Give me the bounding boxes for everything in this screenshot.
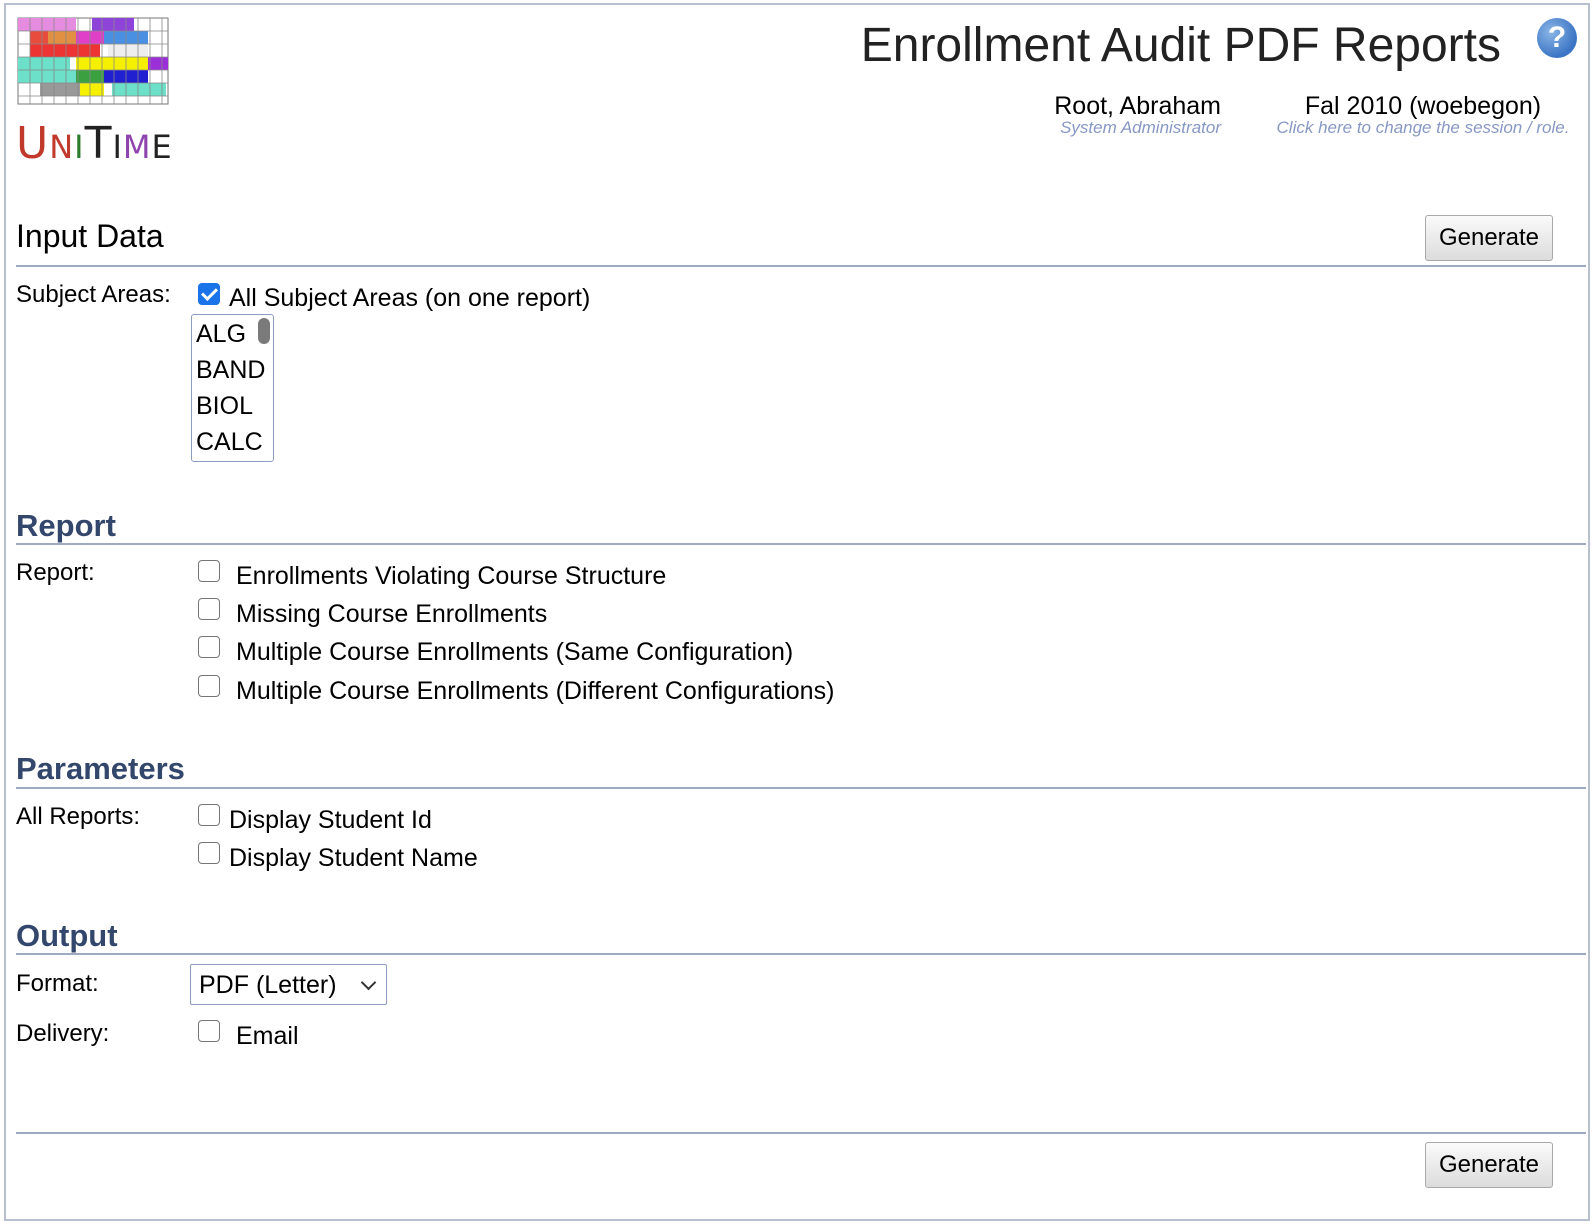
section-divider — [16, 787, 1586, 789]
logo-letter: I — [112, 128, 123, 166]
all-reports-label: All Reports: — [16, 803, 141, 830]
subject-area-option[interactable]: CALC — [196, 428, 263, 457]
section-divider — [16, 265, 1586, 267]
generate-button-top[interactable]: Generate — [1425, 215, 1553, 261]
session-change-hint[interactable]: Click here to change the session / role. — [1258, 118, 1588, 138]
email-label: Email — [236, 1022, 299, 1050]
subject-areas-listbox[interactable]: ALG BAND BIOL CALC — [191, 314, 274, 462]
page-title: Enrollment Audit PDF Reports — [860, 19, 1501, 72]
footer-divider — [16, 1132, 1586, 1134]
display-student-id-checkbox[interactable] — [198, 804, 220, 826]
section-divider — [16, 543, 1586, 545]
all-subject-areas-checkbox[interactable] — [198, 283, 220, 305]
logo-letter: U — [16, 118, 50, 169]
user-name[interactable]: Root, Abraham — [1054, 92, 1221, 121]
generate-button-bottom[interactable]: Generate — [1425, 1142, 1553, 1188]
user-role[interactable]: System Administrator — [1060, 118, 1221, 138]
help-icon[interactable]: ? — [1537, 18, 1577, 58]
session-name[interactable]: Fal 2010 (woebegon) — [1258, 92, 1588, 121]
display-student-name-label: Display Student Name — [229, 844, 478, 872]
all-subject-areas-label: All Subject Areas (on one report) — [229, 284, 591, 312]
subject-areas-label: Subject Areas: — [16, 281, 171, 308]
display-student-name-checkbox[interactable] — [198, 842, 220, 864]
report-label: Report: — [16, 559, 95, 586]
report-option-label: Multiple Course Enrollments (Same Config… — [236, 638, 794, 666]
subject-area-option[interactable]: ALG — [196, 320, 246, 349]
delivery-label: Delivery: — [16, 1020, 110, 1047]
logo-letter: N — [49, 128, 75, 166]
email-checkbox[interactable] — [198, 1020, 220, 1042]
logo-letter: T — [84, 118, 113, 169]
report-option-label: Missing Course Enrollments — [236, 600, 548, 628]
format-select[interactable]: PDF (Letter) — [190, 964, 387, 1005]
report-option-checkbox[interactable] — [198, 675, 220, 697]
subject-area-option[interactable]: BAND — [196, 356, 265, 385]
format-label: Format: — [16, 970, 99, 997]
subject-area-option[interactable]: BIOL — [196, 392, 253, 421]
display-student-id-label: Display Student Id — [229, 806, 432, 834]
report-option-checkbox[interactable] — [198, 598, 220, 620]
chevron-down-icon — [360, 974, 377, 991]
report-option-checkbox[interactable] — [198, 560, 220, 582]
logo-letter: E — [151, 128, 173, 166]
report-option-label: Multiple Course Enrollments (Different C… — [236, 677, 835, 705]
parameters-section-title: Parameters — [16, 751, 185, 786]
report-option-checkbox[interactable] — [198, 636, 220, 658]
section-divider — [16, 953, 1586, 955]
logo-letter: I — [74, 128, 85, 166]
report-section-title: Report — [16, 508, 116, 543]
unitime-logo-text: UNITIME — [16, 118, 173, 169]
listbox-scrollbar[interactable] — [258, 318, 270, 344]
format-select-value: PDF (Letter) — [199, 971, 337, 999]
report-option-label: Enrollments Violating Course Structure — [236, 562, 667, 590]
logo-letter: M — [122, 128, 152, 166]
output-section-title: Output — [16, 918, 118, 953]
input-data-title: Input Data — [16, 218, 164, 254]
